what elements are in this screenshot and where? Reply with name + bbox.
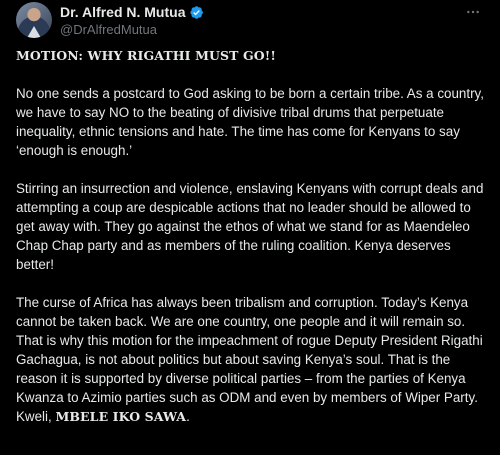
avatar-shirt [27, 26, 41, 38]
post-paragraph-3-text: The curse of Africa has always been trib… [16, 295, 483, 424]
closing-slogan: MBELE IKO SAWA [55, 409, 187, 424]
post-paragraph-2: Stirring an insurrection and violence, e… [16, 181, 484, 272]
tweet-text: MOTION: WHY RIGATHI MUST GO!! No one sen… [16, 46, 484, 426]
display-name-row: Dr. Alfred N. Mutua [60, 3, 204, 21]
closing-punctuation: . [186, 409, 190, 424]
post-headline: MOTION: WHY RIGATHI MUST GO!! [16, 48, 276, 63]
display-name[interactable]: Dr. Alfred N. Mutua [60, 4, 186, 20]
post-paragraph-1: No one sends a postcard to God asking to… [16, 86, 484, 158]
verified-badge-icon [189, 5, 203, 19]
author-handle[interactable]: @DrAlfredMutua [60, 22, 204, 37]
tweet-card: Dr. Alfred N. Mutua @DrAlfredMutua MOTIO… [0, 0, 500, 455]
post-paragraph-3: The curse of Africa has always been trib… [16, 293, 484, 426]
ellipsis-horizontal-icon [467, 10, 479, 14]
more-options-button[interactable] [462, 2, 484, 22]
tweet-header: Dr. Alfred N. Mutua @DrAlfredMutua [16, 2, 484, 38]
author-info: Dr. Alfred N. Mutua @DrAlfredMutua [60, 3, 204, 37]
avatar[interactable] [16, 2, 52, 38]
